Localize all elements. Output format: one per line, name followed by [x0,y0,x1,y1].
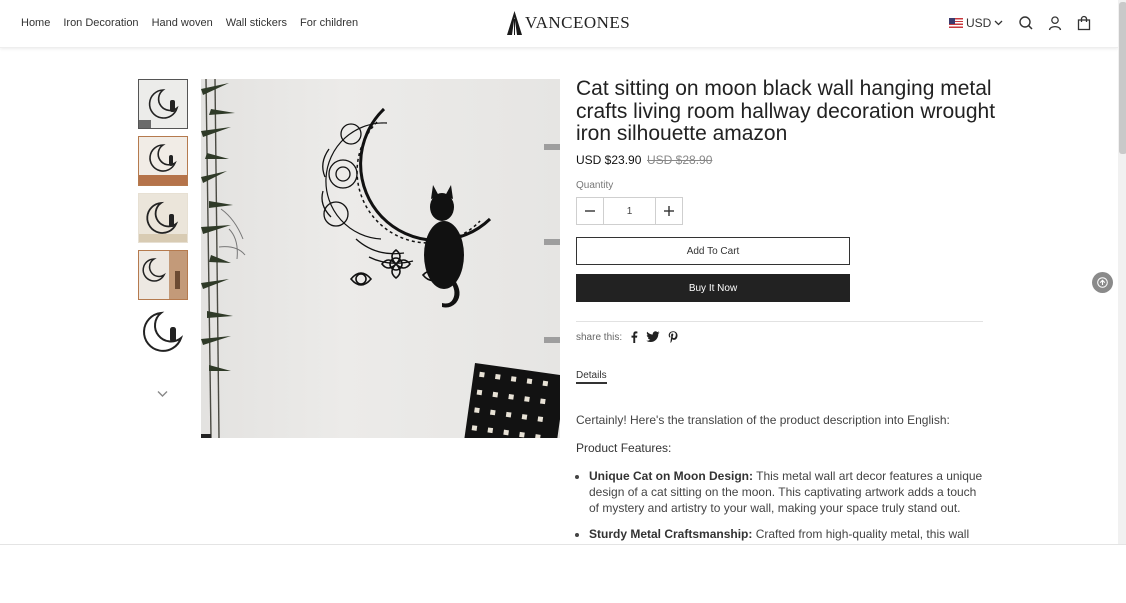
thumbnail-list [138,79,188,364]
logo-mark-icon [507,11,522,35]
main-product-image[interactable] [201,79,560,438]
feature-title: Unique Cat on Moon Design: [589,469,753,483]
logo-text: VANCEONES [525,13,631,32]
quantity-stepper: 1 [576,197,683,225]
nav-for-children[interactable]: For children [300,17,358,29]
page-scrollbar[interactable] [1118,0,1126,544]
share-bar: share this: [576,331,678,343]
facebook-icon[interactable] [630,331,638,343]
buy-it-now-button[interactable]: Buy It Now [576,274,850,302]
minus-icon [585,210,595,212]
quantity-increase-button[interactable] [656,198,682,224]
product-price: USD $23.90 [576,153,642,167]
page-viewport: Home Iron Decoration Hand woven Wall sti… [0,0,1118,544]
product-description: Certainly! Here's the translation of the… [576,412,986,544]
quantity-decrease-button[interactable] [577,198,603,224]
thumbnail-4[interactable] [138,250,188,300]
twitter-icon[interactable] [646,331,660,343]
features-heading: Product Features: [576,441,672,455]
compare-at-price: USD $28.90 [647,153,713,167]
nav-iron-decoration[interactable]: Iron Decoration [63,17,138,29]
quantity-label: Quantity [576,180,614,191]
thumbnail-1[interactable] [138,79,188,129]
chevron-down-icon [994,20,1003,26]
bottom-blank-area [0,544,1126,603]
currency-label: USD [966,16,992,30]
us-flag-icon [949,18,963,28]
features-list: Unique Cat on Moon Design: This metal wa… [576,468,986,544]
add-to-cart-button[interactable]: Add To Cart [576,237,850,265]
divider [576,321,983,322]
site-header: Home Iron Decoration Hand woven Wall sti… [0,0,1118,48]
main-nav: Home Iron Decoration Hand woven Wall sti… [21,17,358,29]
feature-item: Unique Cat on Moon Design: This metal wa… [589,468,986,516]
search-icon[interactable] [1018,15,1034,31]
thumbnail-3[interactable] [138,193,188,243]
cart-icon[interactable] [1076,15,1092,31]
nav-wall-stickers[interactable]: Wall stickers [226,17,287,29]
quantity-input[interactable]: 1 [603,198,656,224]
account-icon[interactable] [1047,15,1063,31]
scrollbar-thumb[interactable] [1119,2,1126,154]
feature-item: Sturdy Metal Craftsmanship: Crafted from… [589,526,986,544]
thumbnail-2[interactable] [138,136,188,186]
feature-title: Sturdy Metal Craftsmanship: [589,527,753,541]
site-logo[interactable]: VANCEONES [506,10,630,36]
product-title: Cat sitting on moon black wall hanging m… [576,77,996,145]
back-to-top-button[interactable] [1092,272,1113,293]
thumbnail-5[interactable] [138,307,188,357]
thumbnails-next-icon[interactable] [157,390,168,398]
tab-details[interactable]: Details [576,370,607,384]
share-label: share this: [576,331,623,343]
nav-hand-woven[interactable]: Hand woven [152,17,213,29]
pinterest-icon[interactable] [668,331,678,343]
plus-icon [664,206,674,216]
currency-selector[interactable]: USD [949,16,1003,30]
description-intro: Certainly! Here's the translation of the… [576,413,950,427]
nav-home[interactable]: Home [21,17,50,29]
arrow-up-icon [1097,277,1108,288]
